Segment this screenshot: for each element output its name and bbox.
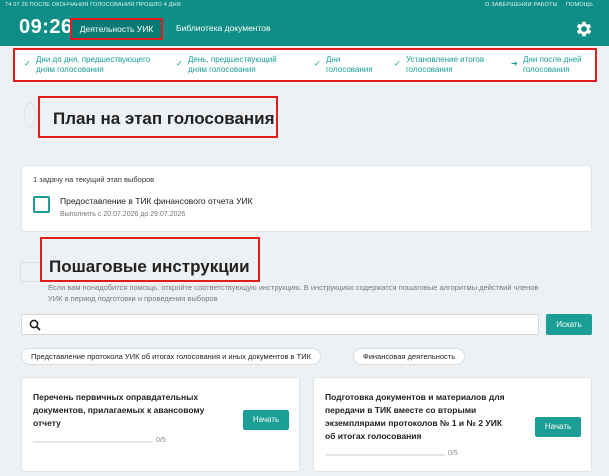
card-title-line: Подготовка документов и материалов для <box>325 392 505 402</box>
voting-stages-bar: ✓ Дни до дня, предшествующего дням голос… <box>13 48 597 82</box>
tab-document-library[interactable]: Библиотека документов <box>176 23 271 33</box>
card-title-line: документов, прилагаемых к авансовому <box>33 405 205 415</box>
progress-text: 0/5 <box>448 450 458 457</box>
stage-label: голосования <box>406 64 453 74</box>
card-title-line: экземплярами протоколов № 1 и № 2 УИК <box>325 418 503 428</box>
stage-label: дням голосования <box>36 64 104 74</box>
instructions-description: Если вам понадобится помощь, откройте со… <box>48 282 588 304</box>
section-title: Пошаговые инструкции <box>49 257 250 276</box>
stage-voting-days[interactable]: ✓ Дни голосования <box>314 55 373 74</box>
task-title[interactable]: Предоставление в ТИК финансового отчета … <box>60 196 253 206</box>
card-title-line: отчету <box>33 418 61 428</box>
search-field <box>21 314 539 335</box>
arrow-right-icon: ➜ <box>511 59 518 68</box>
stage-results[interactable]: ✓ Установление итогов голосования <box>394 55 485 74</box>
clock: 09:26 <box>19 16 73 38</box>
search-icon <box>29 319 41 331</box>
page-title: План на этап голосования <box>53 109 275 128</box>
progress-text: 0/5 <box>156 437 166 444</box>
stage-label: День, предшествующий <box>188 55 277 64</box>
start-button[interactable]: Начать <box>243 410 289 430</box>
start-button[interactable]: Начать <box>535 417 581 437</box>
stage-label: Установление итогов <box>406 55 485 64</box>
filter-chip-protocol[interactable]: Представление протокола УИК об итогах го… <box>21 348 322 365</box>
card-title-line: об итогах голосования <box>325 431 422 441</box>
countdown-text: 74 07 26 ПОСЛЕ ОКОНЧАНИЯ ГОЛОСОВАНИЯ ПРО… <box>5 2 181 8</box>
description-line: УИК в период подготовки и проведения выб… <box>48 294 218 303</box>
task-card: 1 задачу на текущий этап выборов Предост… <box>21 165 592 232</box>
help-link[interactable]: ПОМОЩЬ <box>566 2 593 8</box>
progress-bar <box>33 441 153 443</box>
task-dates: Выполнить с 20.07.2026 до 29.07.2026 <box>60 211 186 218</box>
instruction-card: Подготовка документов и материалов для п… <box>313 377 592 472</box>
stage-label: Дни до дня, предшествующего <box>36 55 151 64</box>
search-button[interactable]: Искать <box>546 314 592 335</box>
card-title: Подготовка документов и материалов для п… <box>325 391 505 443</box>
stage-after-voting[interactable]: ➜ Дни после дней голосования <box>511 55 582 74</box>
progress-bar <box>325 454 445 456</box>
stage-label: голосования <box>523 64 570 74</box>
tab-uik-activity[interactable]: Деятельность УИК <box>70 18 163 40</box>
filter-chip-finance[interactable]: Финансовая деятельность <box>353 348 466 365</box>
gear-icon[interactable] <box>574 19 594 39</box>
stage-label: Дни <box>326 55 341 64</box>
task-count: 1 задачу на текущий этап выборов <box>33 175 155 184</box>
app-header: 09:26 Деятельность УИК Библиотека докуме… <box>0 10 609 46</box>
finish-work-link[interactable]: О ЗАВЕРШЕНИИ РАБОТЫ <box>485 2 558 8</box>
decorative-document-icon <box>20 262 42 282</box>
top-status-strip: 74 07 26 ПОСЛЕ ОКОНЧАНИЯ ГОЛОСОВАНИЯ ПРО… <box>0 0 609 10</box>
check-icon: ✓ <box>24 59 31 68</box>
check-icon: ✓ <box>394 59 401 68</box>
card-title-line: Перечень первичных оправдательных <box>33 392 199 402</box>
task-checkbox[interactable] <box>33 196 50 213</box>
check-icon: ✓ <box>176 59 183 68</box>
card-title-line: передачи в ТИК вместе со вторыми <box>325 405 477 415</box>
check-icon: ✓ <box>314 59 321 68</box>
stage-label: дням голосования <box>188 64 256 74</box>
search-input[interactable] <box>48 317 528 332</box>
description-line: Если вам понадобится помощь, откройте со… <box>48 283 539 292</box>
stage-before-voting[interactable]: ✓ Дни до дня, предшествующего дням голос… <box>24 55 151 74</box>
stage-label: голосования <box>326 64 373 74</box>
stage-label: Дни после дней <box>523 55 582 64</box>
card-title: Перечень первичных оправдательных докуме… <box>33 391 204 430</box>
plan-title-highlight: План на этап голосования <box>38 96 278 138</box>
instruction-card: Перечень первичных оправдательных докуме… <box>21 377 300 472</box>
stage-day-before-voting[interactable]: ✓ День, предшествующий дням голосования <box>176 55 277 74</box>
instructions-title-highlight: Пошаговые инструкции <box>40 237 260 282</box>
